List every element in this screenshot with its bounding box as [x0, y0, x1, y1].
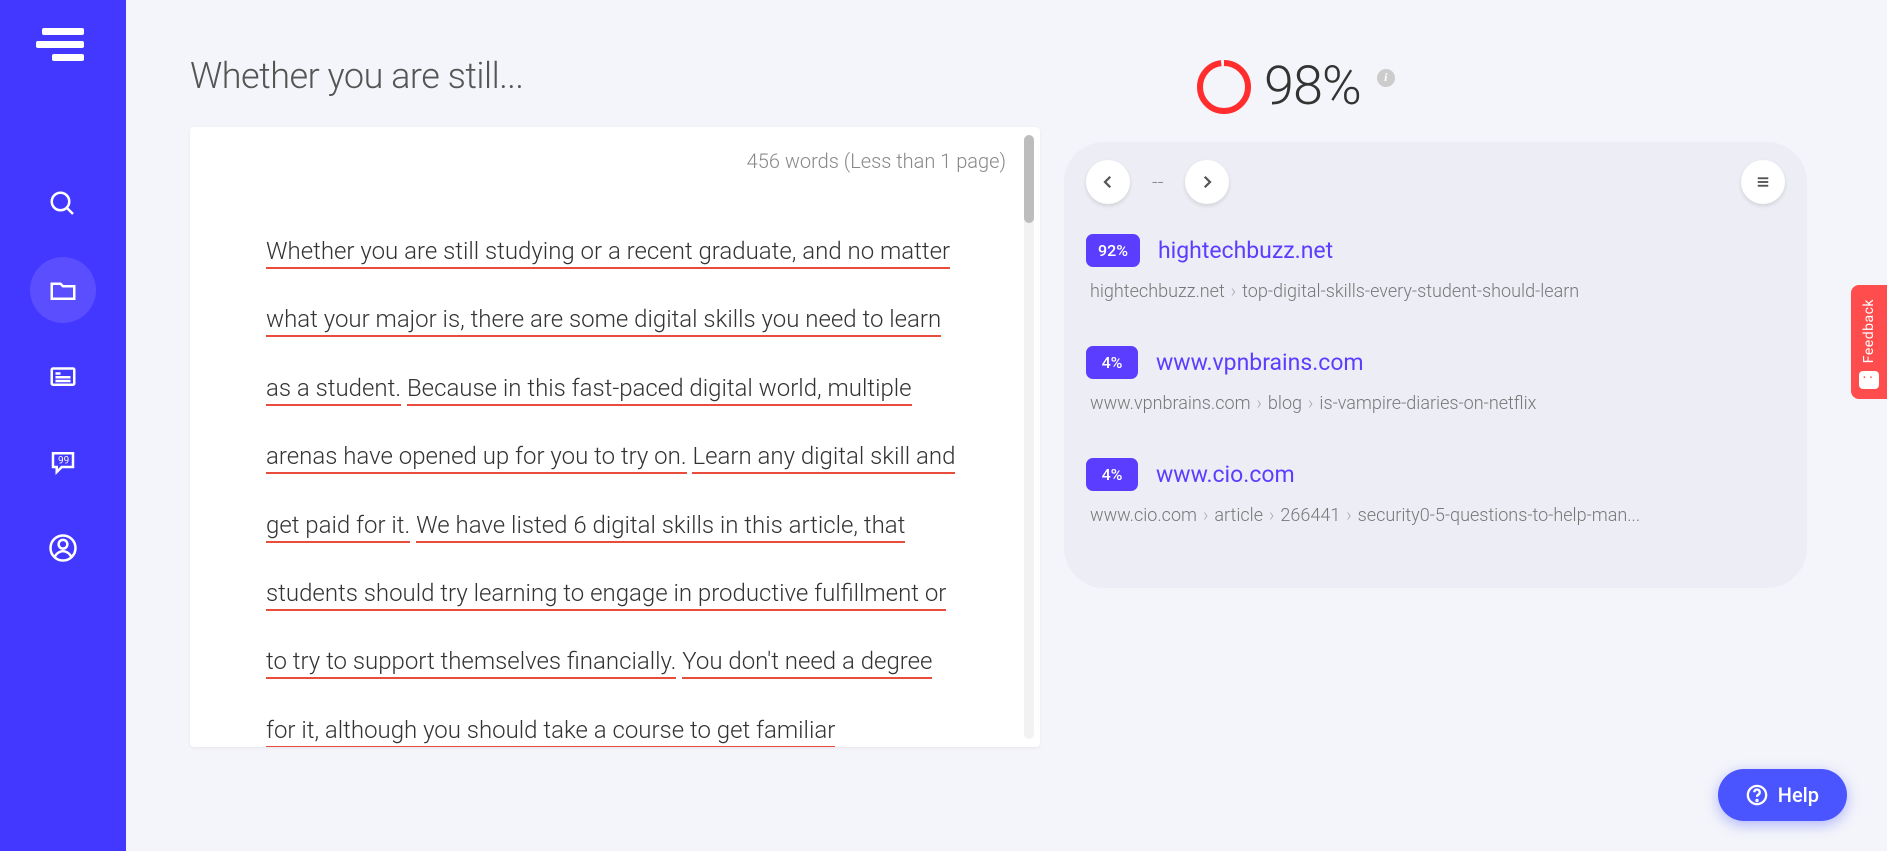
user-icon	[48, 533, 78, 563]
score-ring	[1194, 57, 1254, 117]
result-item[interactable]: 92% hightechbuzz.net hightechbuzz.net›top-…	[1086, 234, 1785, 302]
feedback-label: Feedback	[1861, 299, 1877, 363]
nav-quote[interactable]: 99	[30, 429, 96, 495]
result-item[interactable]: 4% www.vpnbrains.com www.vpnbrains.com›blo…	[1086, 346, 1785, 414]
feedback-face-icon	[1859, 371, 1879, 389]
result-item[interactable]: 4% www.cio.com www.cio.com›article›266441›…	[1086, 458, 1785, 526]
nav-card[interactable]	[30, 343, 96, 409]
score-row: 98% i	[1194, 55, 1807, 118]
result-domain: www.cio.com	[1156, 461, 1295, 488]
results-panel: -- 92% hightechbuzz.net hightechbuzz.net›t…	[1064, 142, 1807, 588]
match-percent-badge: 92%	[1086, 234, 1140, 267]
search-icon	[48, 189, 78, 219]
feedback-tab[interactable]: Feedback	[1851, 285, 1887, 399]
results-column: 98% i -- 92% hightechbuzz.net hightechbuzz…	[1040, 55, 1887, 851]
help-button[interactable]: Help	[1718, 769, 1847, 821]
result-domain: www.vpnbrains.com	[1156, 349, 1364, 376]
card-icon	[48, 361, 78, 391]
editor-panel: 456 words (Less than 1 page) Whether you…	[190, 127, 1040, 747]
nav-folder[interactable]	[30, 257, 96, 323]
match-percent-badge: 4%	[1086, 346, 1138, 379]
nav-profile[interactable]	[30, 515, 96, 581]
score-percent: 98%	[1264, 55, 1361, 118]
chevron-right-icon	[1198, 173, 1216, 191]
match-percent-badge: 4%	[1086, 458, 1138, 491]
page-title: Whether you are still...	[190, 55, 1040, 97]
main-area: Whether you are still... 456 words (Less…	[126, 0, 1887, 851]
app-logo	[42, 28, 84, 61]
result-path: www.vpnbrains.com›blog›is-vampire-diarie…	[1086, 393, 1785, 414]
editor-content[interactable]: Whether you are still studying or a rece…	[190, 127, 1040, 747]
folder-icon	[48, 275, 78, 305]
sidebar: 99	[0, 0, 126, 851]
pager-label: --	[1152, 170, 1163, 194]
quote-icon: 99	[48, 447, 78, 477]
info-icon[interactable]: i	[1377, 69, 1395, 87]
editor-scrollbar[interactable]	[1024, 135, 1034, 739]
svg-text:99: 99	[58, 455, 69, 466]
menu-button[interactable]	[1741, 160, 1785, 204]
prev-button[interactable]	[1086, 160, 1130, 204]
word-count-label: 456 words (Less than 1 page)	[747, 149, 1006, 173]
result-path: hightechbuzz.net›top-digital-skills-ever…	[1086, 281, 1785, 302]
editor-column: Whether you are still... 456 words (Less…	[190, 55, 1040, 851]
help-icon	[1746, 784, 1768, 806]
chevron-left-icon	[1099, 173, 1117, 191]
help-label: Help	[1778, 783, 1819, 807]
menu-icon	[1754, 173, 1772, 191]
nav-search[interactable]	[30, 171, 96, 237]
scrollbar-thumb[interactable]	[1024, 135, 1034, 223]
result-path: www.cio.com›article›266441›security0-5-q…	[1086, 505, 1785, 526]
result-domain: hightechbuzz.net	[1158, 237, 1333, 264]
next-button[interactable]	[1185, 160, 1229, 204]
results-list: 92% hightechbuzz.net hightechbuzz.net›top-…	[1086, 234, 1785, 526]
results-header: --	[1086, 160, 1785, 204]
